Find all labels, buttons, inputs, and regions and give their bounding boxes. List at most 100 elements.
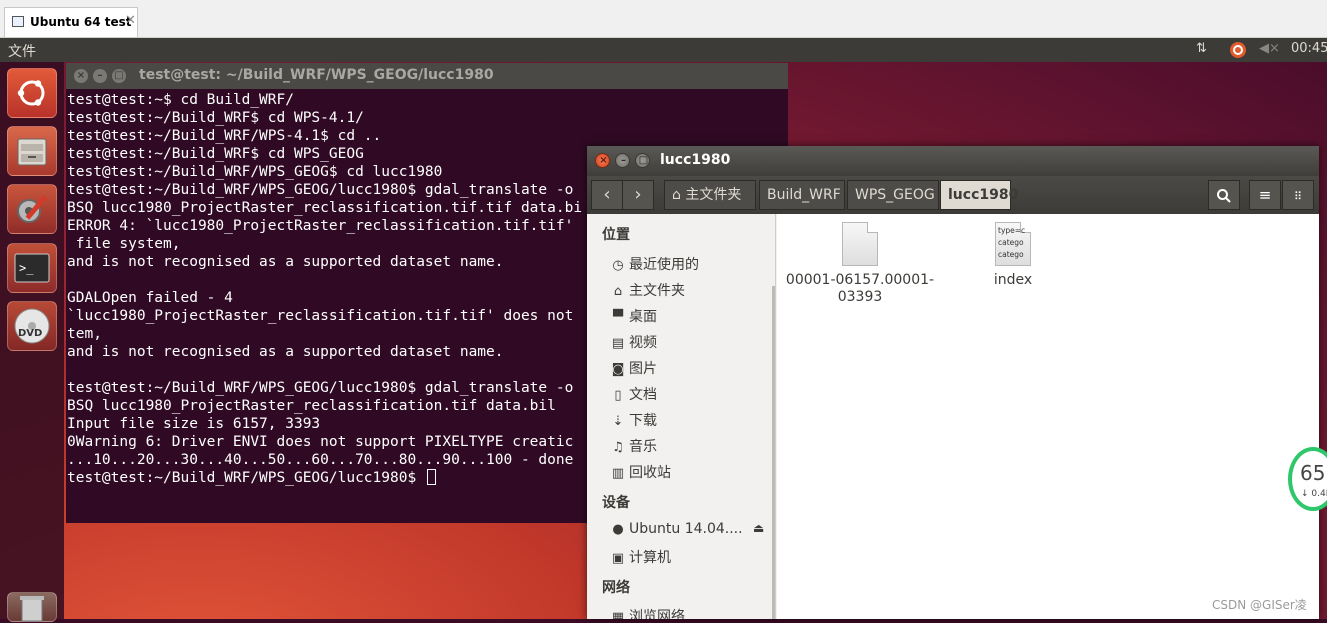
sidebar-item-pictures[interactable]: ◙ 图片 bbox=[610, 358, 657, 378]
terminal-line: test@test:~/Build_WRF/WPS_GEOG$ cd lucc1… bbox=[67, 164, 443, 180]
dvd-icon[interactable]: DVD bbox=[7, 301, 57, 351]
close-icon[interactable]: × bbox=[595, 153, 610, 168]
sidebar-section-network: 网络 bbox=[602, 580, 630, 596]
minimize-icon[interactable]: – bbox=[615, 153, 630, 168]
volume-icon[interactable]: ◀× bbox=[1259, 41, 1280, 56]
file-manager-titlebar[interactable]: × – □ lucc1980 bbox=[587, 146, 1319, 176]
terminal-prompt-line[interactable]: test@test:~/Build_WRF/WPS_GEOG/lucc1980$ bbox=[67, 469, 436, 487]
terminal-line: `lucc1980_ProjectRaster_reclassification… bbox=[67, 308, 574, 324]
file-preview-line: catego bbox=[998, 250, 1024, 259]
terminal-cursor bbox=[426, 469, 436, 485]
sidebar-item-computer[interactable]: ▣ 计算机 bbox=[610, 547, 671, 567]
net-widget-rate: ↓ 0.4K bbox=[1301, 489, 1327, 499]
forward-button[interactable]: › bbox=[622, 180, 654, 210]
terminal-titlebar[interactable]: × – □ test@test: ~/Build_WRF/WPS_GEOG/lu… bbox=[66, 63, 788, 89]
film-icon: ▤ bbox=[611, 336, 625, 351]
vm-tab[interactable]: Ubuntu 64 test ✕ bbox=[4, 7, 138, 37]
music-icon: ♫ bbox=[612, 440, 624, 455]
sidebar-scrollbar[interactable] bbox=[772, 286, 775, 619]
vm-tab-strip: Ubuntu 64 test ✕ bbox=[0, 0, 1327, 38]
sidebar-item-home[interactable]: ⌂ 主文件夹 bbox=[610, 280, 685, 300]
computer-icon: ▣ bbox=[611, 551, 625, 566]
terminal-line: test@test:~/Build_WRF/WPS_GEOG/lucc1980$… bbox=[67, 380, 574, 396]
settings-icon[interactable] bbox=[7, 184, 57, 234]
breadcrumb-build-wrf[interactable]: Build_WRF bbox=[759, 180, 845, 210]
sidebar-item-videos[interactable]: ▤ 视频 bbox=[610, 332, 657, 352]
search-button[interactable] bbox=[1208, 180, 1240, 210]
list-view-button[interactable]: ≡ bbox=[1249, 180, 1281, 210]
terminal-line: and is not recognised as a supported dat… bbox=[67, 254, 504, 270]
breadcrumb-home[interactable]: ⌂ 主文件夹 bbox=[664, 180, 756, 210]
file-view[interactable]: 00001-06157.00001- 03393 type=c catego c… bbox=[777, 214, 1319, 619]
sidebar-item-recent[interactable]: ◷ 最近使用的 bbox=[610, 254, 699, 274]
home-icon: ⌂ bbox=[672, 187, 681, 203]
eject-icon[interactable]: ⏏ bbox=[753, 521, 764, 535]
text-file-icon: type=c catego catego bbox=[995, 222, 1031, 266]
close-icon[interactable]: × bbox=[74, 69, 88, 83]
terminal-line: Input file size is 6157, 3393 bbox=[67, 416, 321, 432]
input-method-icon[interactable] bbox=[1228, 40, 1248, 64]
grid-view-button[interactable]: ⠿ bbox=[1282, 180, 1314, 210]
sidebar-item-desktop[interactable]: ▀ 桌面 bbox=[610, 306, 657, 326]
back-button[interactable]: ‹ bbox=[591, 180, 623, 210]
download-icon: ⇣ bbox=[612, 414, 624, 429]
grid-icon: ⠿ bbox=[1293, 190, 1303, 203]
home-icon: ⌂ bbox=[613, 284, 623, 299]
sidebar-item-music[interactable]: ♫ 音乐 bbox=[610, 436, 657, 456]
sidebar-item-documents[interactable]: ▯ 文档 bbox=[610, 384, 657, 404]
file-name: 00001-06157.00001- bbox=[785, 272, 935, 288]
terminal-line: test@test:~/Build_WRF/WPS_GEOG/lucc1980$… bbox=[67, 182, 574, 198]
breadcrumb-label: 主文件夹 bbox=[685, 187, 742, 203]
sidebar-item-ubuntu-volume[interactable]: ● Ubuntu 14.04.... bbox=[610, 521, 742, 537]
clock-icon: ◷ bbox=[612, 258, 624, 273]
terminal-line: tem, bbox=[67, 326, 102, 342]
file-name-line2: 03393 bbox=[837, 289, 883, 305]
clock[interactable]: 00:45 bbox=[1291, 41, 1327, 56]
net-widget-value: 65 bbox=[1300, 461, 1326, 485]
launcher: >_ DVD bbox=[0, 62, 64, 622]
file-item[interactable]: type=c catego catego index bbox=[973, 222, 1053, 292]
breadcrumb-wps-geog[interactable]: WPS_GEOG bbox=[847, 180, 939, 210]
maximize-icon[interactable]: □ bbox=[635, 153, 650, 168]
terminal-line: and is not recognised as a supported dat… bbox=[67, 344, 504, 360]
terminal-icon[interactable]: >_ bbox=[7, 243, 57, 293]
sidebar-section-places: 位置 bbox=[602, 227, 630, 243]
breadcrumb-label: WPS_GEOG bbox=[855, 187, 935, 203]
minimize-icon[interactable]: – bbox=[93, 69, 107, 83]
terminal-line: GDALOpen failed - 4 bbox=[67, 290, 233, 306]
terminal-title: test@test: ~/Build_WRF/WPS_GEOG/lucc1980 bbox=[139, 67, 494, 83]
terminal-line: test@test:~/Build_WRF/WPS-4.1$ cd .. bbox=[67, 128, 382, 144]
terminal-line: ...10...20...30...40...50...60...70...80… bbox=[67, 452, 574, 468]
trash-icon: ▥ bbox=[611, 466, 625, 481]
file-preview-line: type=c bbox=[998, 226, 1026, 235]
network-icon: ▦ bbox=[611, 610, 625, 619]
breadcrumb-label: lucc1980 bbox=[948, 187, 1019, 203]
breadcrumb-lucc1980[interactable]: lucc1980 bbox=[940, 180, 1018, 210]
vm-icon bbox=[12, 16, 24, 27]
sidebar-item-downloads[interactable]: ⇣ 下载 bbox=[610, 410, 657, 430]
camera-icon: ◙ bbox=[611, 362, 625, 377]
sidebar-item-browse-network[interactable]: ▦ 浏览网络 bbox=[610, 606, 685, 619]
trash-icon[interactable] bbox=[7, 592, 57, 622]
sidebar-item-trash[interactable]: ▥ 回收站 bbox=[610, 462, 671, 482]
terminal-line: BSQ lucc1980_ProjectRaster_reclassificat… bbox=[67, 200, 583, 216]
terminal-line: test@test:~$ cd Build_WRF/ bbox=[67, 92, 294, 108]
file-preview-line: catego bbox=[998, 238, 1024, 247]
terminal-line: ERROR 4: `lucc1980_ProjectRaster_reclass… bbox=[67, 218, 574, 234]
file-manager-window[interactable]: × – □ lucc1980 ‹ › ⌂ 主文件夹 Build_WRF WPS_… bbox=[587, 146, 1319, 619]
terminal-line: test@test:~/Build_WRF$ cd WPS-4.1/ bbox=[67, 110, 364, 126]
chevron-right-icon: › bbox=[634, 184, 642, 205]
menu-file[interactable]: 文件 bbox=[8, 41, 36, 61]
disk-icon: ● bbox=[612, 522, 624, 537]
close-icon[interactable]: ✕ bbox=[125, 13, 136, 28]
terminal-line: test@test:~/Build_WRF$ cd WPS_GEOG bbox=[67, 146, 364, 162]
search-icon bbox=[1217, 189, 1231, 203]
breadcrumb-label: Build_WRF bbox=[767, 187, 841, 203]
file-item[interactable]: 00001-06157.00001- 03393 bbox=[785, 222, 935, 312]
network-arrows-icon[interactable]: ⇅ bbox=[1196, 41, 1207, 56]
maximize-icon[interactable]: □ bbox=[112, 69, 126, 83]
files-icon[interactable] bbox=[7, 126, 57, 176]
file-name: index bbox=[993, 272, 1033, 288]
file-manager-toolbar: ‹ › ⌂ 主文件夹 Build_WRF WPS_GEOG lucc1980 ≡… bbox=[587, 176, 1319, 214]
ubuntu-dash-icon[interactable] bbox=[7, 68, 57, 118]
